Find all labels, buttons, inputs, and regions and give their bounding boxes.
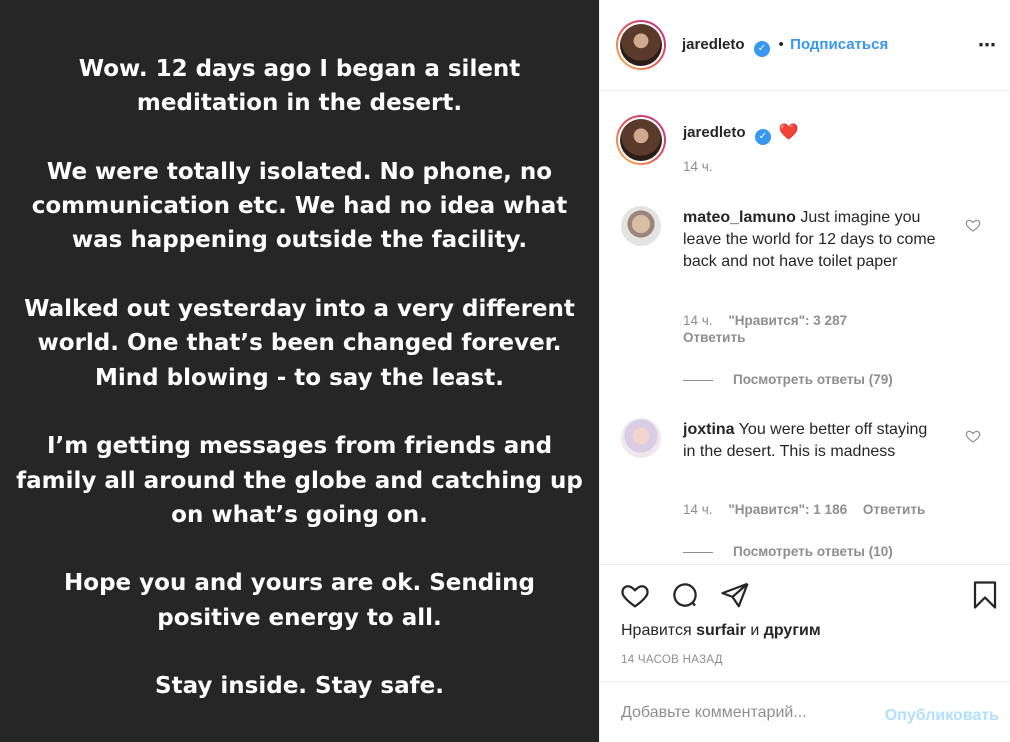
post-text: Wow. 12 days ago I began a silent medita… bbox=[10, 52, 590, 738]
divider-line bbox=[683, 379, 713, 381]
comment-item: joxtina You were better off staying in t… bbox=[683, 419, 943, 463]
share-paper-plane-icon[interactable] bbox=[720, 580, 750, 610]
follow-button[interactable]: Подписаться bbox=[790, 36, 888, 53]
liked-by-others[interactable]: другим bbox=[764, 622, 821, 639]
post-paragraph: I’m getting messages from friends and fa… bbox=[16, 433, 583, 528]
post-paragraph: We were totally isolated. No phone, no c… bbox=[31, 158, 568, 254]
more-options-icon[interactable]: ⋯ bbox=[978, 35, 997, 56]
verified-badge-icon: ✓ bbox=[754, 129, 771, 145]
like-comment-heart-icon[interactable] bbox=[965, 428, 981, 444]
comment-likes[interactable]: "Нравится": 1 186 bbox=[728, 502, 847, 517]
view-replies-label: Посмотреть ответы (10) bbox=[733, 544, 893, 559]
comment-meta: 14 ч. "Нравится": 3 287 bbox=[683, 313, 847, 328]
comments-list[interactable]: jaredleto ✓ ❤️ 14 ч. mateo_lamuno Just i… bbox=[600, 91, 1010, 564]
post-paragraph: Walked out yesterday into a very differe… bbox=[24, 296, 575, 391]
bookmark-save-icon[interactable] bbox=[970, 580, 1000, 610]
like-heart-icon[interactable] bbox=[620, 580, 650, 610]
post-paragraph: Hope you and yours are ok. Sending posit… bbox=[64, 570, 535, 631]
author-username[interactable]: jaredleto bbox=[682, 36, 745, 53]
post-image[interactable]: Wow. 12 days ago I began a silent medita… bbox=[0, 0, 599, 742]
verified-badge-icon: ✓ bbox=[753, 41, 770, 57]
likes-conjunction: и bbox=[750, 622, 760, 639]
post-paragraph: Wow. 12 days ago I began a silent medita… bbox=[78, 56, 521, 117]
comment-time[interactable]: 14 ч. bbox=[683, 313, 713, 328]
comment-form: Опубликовать bbox=[600, 682, 1010, 742]
comment-bubble-icon[interactable] bbox=[670, 580, 700, 610]
caption-avatar[interactable] bbox=[616, 115, 666, 165]
reply-button[interactable]: Ответить bbox=[683, 330, 745, 345]
likes-prefix: Нравится bbox=[621, 622, 692, 639]
liked-by-user[interactable]: surfair bbox=[696, 622, 746, 639]
view-replies-button[interactable]: Посмотреть ответы (10) bbox=[683, 544, 893, 559]
like-comment-heart-icon[interactable] bbox=[965, 217, 981, 233]
comment-username[interactable]: joxtina bbox=[683, 421, 735, 438]
heart-emoji-icon: ❤️ bbox=[778, 124, 799, 141]
post-header: jaredleto ✓ • Подписаться ⋯ bbox=[600, 0, 1010, 91]
publish-button[interactable]: Опубликовать bbox=[885, 707, 999, 725]
caption-time[interactable]: 14 ч. bbox=[683, 159, 713, 174]
post-actions: Нравится surfair и другим 14 ЧАСОВ НАЗАД bbox=[600, 564, 1010, 682]
separator-dot: • bbox=[778, 36, 784, 53]
commenter-avatar[interactable] bbox=[621, 206, 661, 246]
comment-username[interactable]: mateo_lamuno bbox=[683, 209, 796, 226]
commenter-avatar[interactable] bbox=[621, 418, 661, 458]
caption-username[interactable]: jaredleto bbox=[683, 124, 746, 141]
view-replies-button[interactable]: Посмотреть ответы (79) bbox=[683, 372, 893, 387]
author-avatar[interactable] bbox=[616, 20, 666, 70]
post-timestamp[interactable]: 14 ЧАСОВ НАЗАД bbox=[621, 654, 723, 666]
post-paragraph: Stay inside. Stay safe. bbox=[155, 673, 444, 700]
comment-item: mateo_lamuno Just imagine you leave the … bbox=[683, 207, 953, 273]
view-replies-label: Посмотреть ответы (79) bbox=[733, 372, 893, 387]
reply-button[interactable]: Ответить bbox=[863, 502, 925, 517]
likes-summary: Нравится surfair и другим bbox=[621, 622, 821, 640]
comment-time[interactable]: 14 ч. bbox=[683, 502, 713, 517]
post-side-panel: jaredleto ✓ • Подписаться ⋯ jaredleto ✓ … bbox=[599, 0, 1010, 742]
divider-line bbox=[683, 551, 713, 553]
comment-likes[interactable]: "Нравится": 3 287 bbox=[728, 313, 847, 328]
comment-meta: 14 ч. "Нравится": 1 186 Ответить bbox=[683, 502, 925, 517]
comment-input[interactable] bbox=[621, 702, 871, 724]
